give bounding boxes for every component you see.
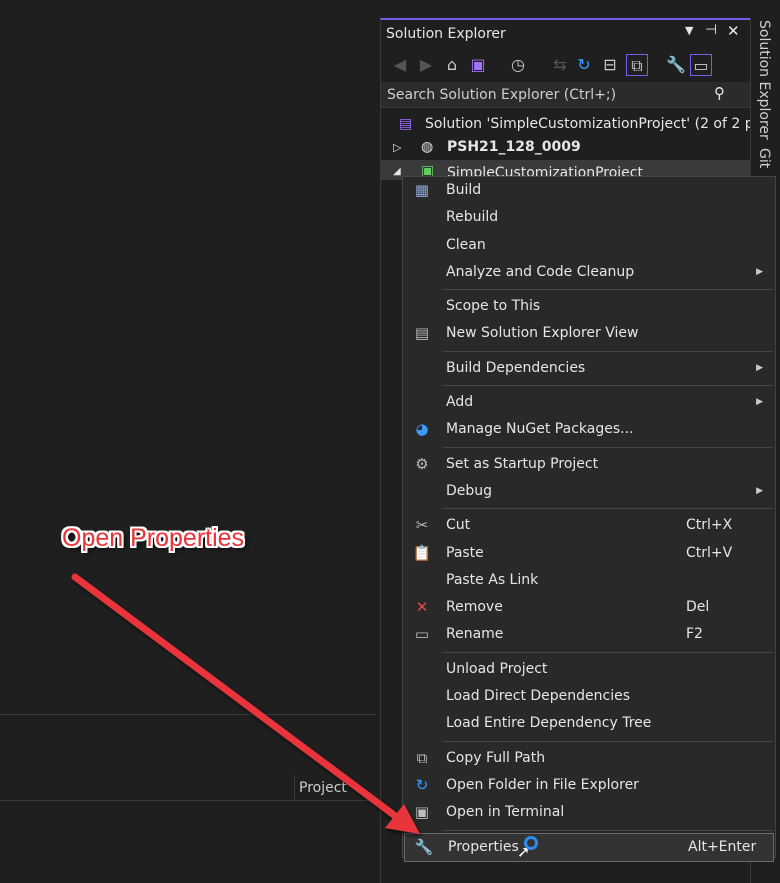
annotation-arrow <box>71 573 420 834</box>
arrow-shaft <box>71 573 402 822</box>
busy-cursor-icon <box>524 836 538 850</box>
